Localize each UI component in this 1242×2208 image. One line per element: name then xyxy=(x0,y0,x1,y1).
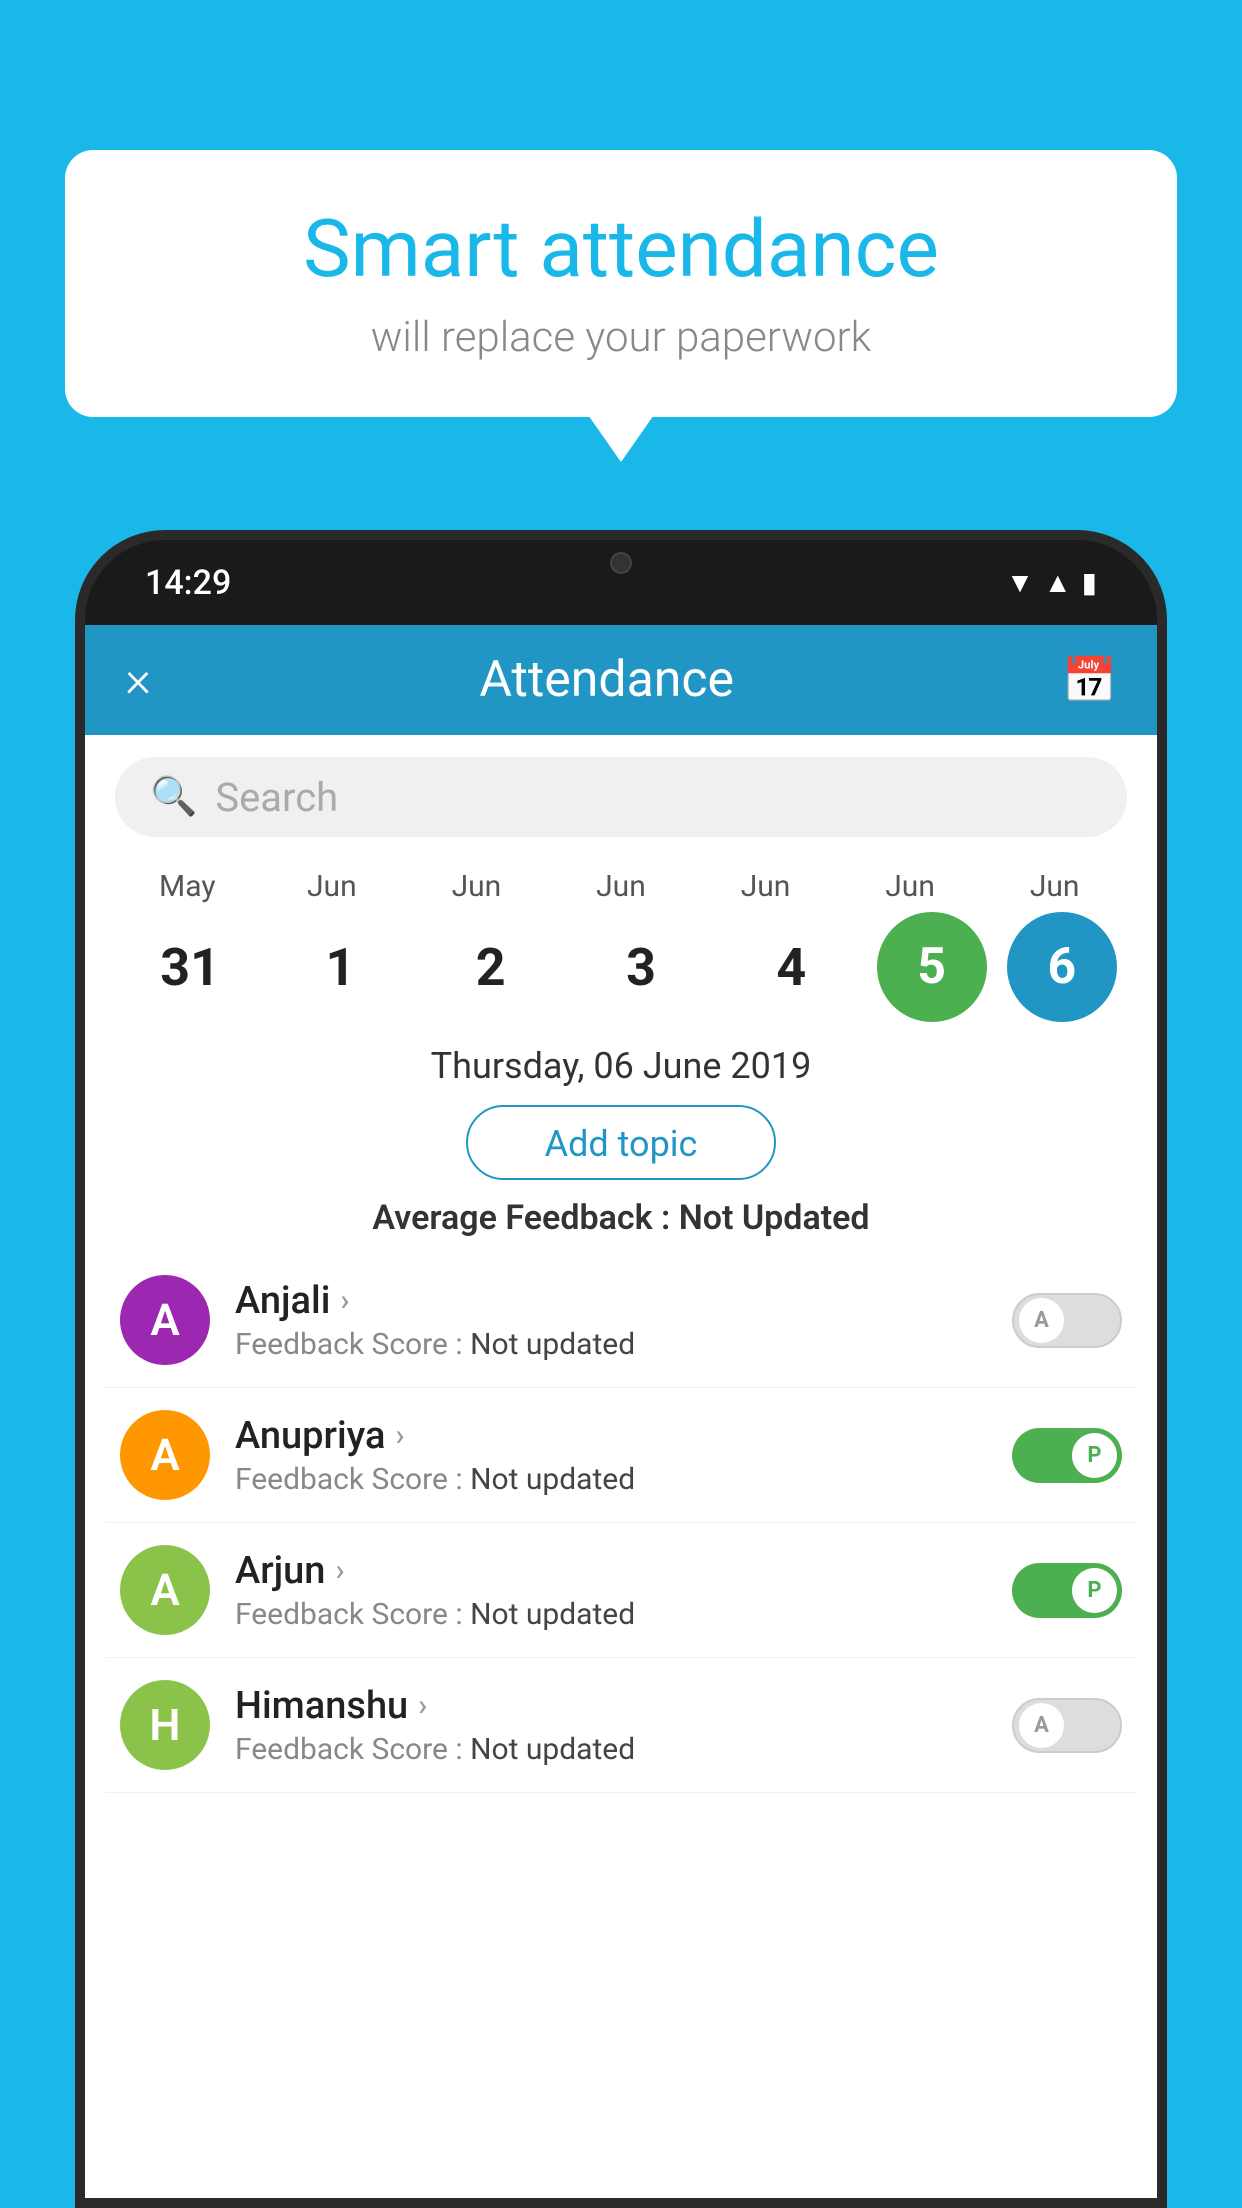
chevron-right-icon: › xyxy=(395,1418,404,1453)
day-2[interactable]: 2 xyxy=(426,937,556,998)
search-bar[interactable]: 🔍 Search xyxy=(115,757,1127,837)
toggle-knob: A xyxy=(1019,1703,1064,1748)
student-info: Arjun › Feedback Score : Not updated xyxy=(235,1549,987,1632)
add-topic-button[interactable]: Add topic xyxy=(466,1105,776,1180)
avatar: A xyxy=(120,1410,210,1500)
toggle-off[interactable]: A xyxy=(1012,1293,1122,1348)
toggle-knob: A xyxy=(1019,1298,1064,1343)
avatar: H xyxy=(120,1680,210,1770)
attendance-toggle[interactable]: A xyxy=(1012,1293,1122,1348)
student-info: Anupriya › Feedback Score : Not updated xyxy=(235,1414,987,1497)
student-list: A Anjali › Feedback Score : Not updated … xyxy=(85,1253,1157,1793)
chevron-right-icon: › xyxy=(335,1553,344,1588)
signal-icon: ▲ xyxy=(1044,566,1072,599)
day-1[interactable]: 1 xyxy=(275,937,405,998)
attendance-toggle[interactable]: A xyxy=(1012,1698,1122,1753)
student-row: H Himanshu › Feedback Score : Not update… xyxy=(105,1658,1137,1793)
speech-bubble: Smart attendance will replace your paper… xyxy=(65,150,1177,417)
avg-feedback-label: Average Feedback : xyxy=(372,1198,670,1238)
student-name[interactable]: Anupriya › xyxy=(235,1414,987,1458)
month-5: Jun xyxy=(845,869,975,904)
speech-bubble-container: Smart attendance will replace your paper… xyxy=(65,150,1177,417)
battery-icon: ▮ xyxy=(1082,566,1097,599)
close-button[interactable]: × xyxy=(125,651,151,709)
calendar-months-row: May Jun Jun Jun Jun Jun Jun xyxy=(105,869,1137,904)
student-feedback: Feedback Score : Not updated xyxy=(235,1327,987,1362)
student-row: A Anupriya › Feedback Score : Not update… xyxy=(105,1388,1137,1523)
day-5-selected-green[interactable]: 5 xyxy=(877,912,987,1022)
avatar: A xyxy=(120,1545,210,1635)
chevron-right-icon: › xyxy=(418,1688,427,1723)
phone-frame: 14:29 ▼ ▲ ▮ × Attendance 📅 🔍 Search May … xyxy=(75,530,1167,2208)
avg-feedback-value: Not Updated xyxy=(679,1198,870,1238)
bubble-title: Smart attendance xyxy=(125,205,1117,293)
day-6-selected-blue[interactable]: 6 xyxy=(1007,912,1117,1022)
month-6: Jun xyxy=(990,869,1120,904)
phone-notch xyxy=(561,540,681,585)
avg-feedback: Average Feedback : Not Updated xyxy=(85,1198,1157,1238)
avatar: A xyxy=(120,1275,210,1365)
student-feedback: Feedback Score : Not updated xyxy=(235,1732,987,1767)
toggle-on[interactable]: P xyxy=(1012,1563,1122,1618)
calendar-strip: May Jun Jun Jun Jun Jun Jun 31 1 2 3 4 5… xyxy=(85,859,1157,1040)
phone-time: 14:29 xyxy=(145,563,231,603)
student-name[interactable]: Arjun › xyxy=(235,1549,987,1593)
month-1: Jun xyxy=(267,869,397,904)
student-name[interactable]: Himanshu › xyxy=(235,1684,987,1728)
student-row: A Arjun › Feedback Score : Not updated P xyxy=(105,1523,1137,1658)
phone-status-bar: 14:29 ▼ ▲ ▮ xyxy=(85,540,1157,625)
app-header: × Attendance 📅 xyxy=(85,625,1157,735)
selected-date-label: Thursday, 06 June 2019 xyxy=(85,1045,1157,1087)
app-screen: × Attendance 📅 🔍 Search May Jun Jun Jun … xyxy=(85,625,1157,2198)
wifi-icon: ▼ xyxy=(1006,566,1034,599)
toggle-off[interactable]: A xyxy=(1012,1698,1122,1753)
student-name[interactable]: Anjali › xyxy=(235,1279,987,1323)
calendar-days-row: 31 1 2 3 4 5 6 xyxy=(105,904,1137,1040)
toggle-knob: P xyxy=(1072,1568,1117,1613)
attendance-toggle[interactable]: P xyxy=(1012,1428,1122,1483)
student-feedback: Feedback Score : Not updated xyxy=(235,1597,987,1632)
day-31[interactable]: 31 xyxy=(125,937,255,998)
month-3: Jun xyxy=(556,869,686,904)
search-input[interactable]: Search xyxy=(215,774,338,821)
day-3[interactable]: 3 xyxy=(576,937,706,998)
phone-camera xyxy=(610,552,632,574)
search-icon: 🔍 xyxy=(150,775,197,819)
student-feedback: Feedback Score : Not updated xyxy=(235,1462,987,1497)
student-info: Anjali › Feedback Score : Not updated xyxy=(235,1279,987,1362)
attendance-toggle[interactable]: P xyxy=(1012,1563,1122,1618)
bubble-subtitle: will replace your paperwork xyxy=(125,313,1117,362)
month-4: Jun xyxy=(701,869,831,904)
student-info: Himanshu › Feedback Score : Not updated xyxy=(235,1684,987,1767)
student-row: A Anjali › Feedback Score : Not updated … xyxy=(105,1253,1137,1388)
calendar-icon[interactable]: 📅 xyxy=(1062,654,1117,706)
toggle-knob: P xyxy=(1072,1433,1117,1478)
month-2: Jun xyxy=(411,869,541,904)
app-title: Attendance xyxy=(479,651,734,709)
day-4[interactable]: 4 xyxy=(726,937,856,998)
toggle-on[interactable]: P xyxy=(1012,1428,1122,1483)
month-0: May xyxy=(122,869,252,904)
chevron-right-icon: › xyxy=(340,1283,349,1318)
status-icons: ▼ ▲ ▮ xyxy=(1006,566,1097,599)
